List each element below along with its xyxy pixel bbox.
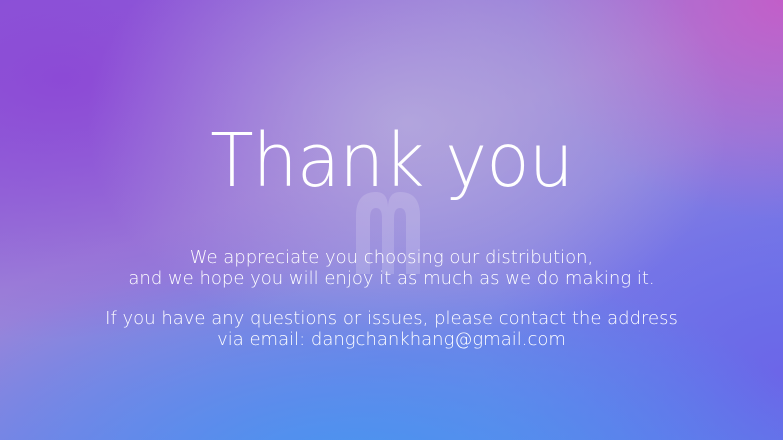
thank-you-slide: Thank you We appreciate you choosing our… [0, 0, 783, 440]
page-title: Thank you [210, 118, 574, 204]
slide-background: { "slide": { "title": "Thank you", "appr… [0, 0, 783, 440]
contact-line-1: If you have any questions or issues, ple… [105, 308, 678, 329]
contact-email-line: via email: dangchankhang@gmail.com [217, 329, 566, 350]
contact-message: If you have any questions or issues, ple… [0, 308, 783, 350]
appreciation-line-2: and we hope you will enjoy it as much as… [128, 268, 655, 289]
appreciation-line-1: We appreciate you choosing our distribut… [189, 247, 594, 268]
appreciation-message: We appreciate you choosing our distribut… [0, 247, 783, 289]
